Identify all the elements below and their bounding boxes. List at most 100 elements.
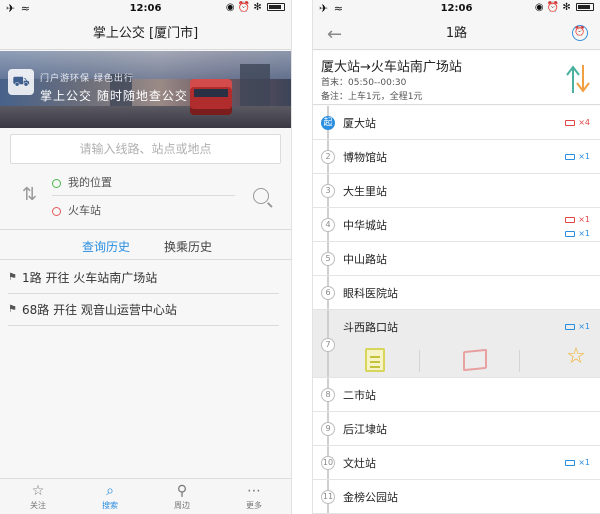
tabbar-label: 周边 [174, 501, 190, 510]
more-icon: ⋯ [247, 483, 261, 499]
banner-app-name: 掌上公交 随时随地查公交 [40, 89, 188, 103]
stop-row[interactable]: 10 文灶站 ×1 [313, 446, 600, 480]
stop-name: 斗西路口站 [343, 321, 398, 334]
search-icon[interactable] [253, 188, 269, 204]
tab-transfer-history[interactable]: 换乘历史 [164, 238, 212, 255]
history-item[interactable]: ⚑ 68路 开往 观音山运营中心站 [8, 294, 279, 326]
status-indicators: ◉ ⏰ ✻ [535, 2, 594, 13]
stop-row[interactable]: 8 二市站 [313, 378, 600, 412]
banner-bus-image [190, 79, 232, 115]
bottom-tab-bar: ☆ 关注 ⌕ 搜索 ⚲ 周边 ⋯ 更多 [0, 478, 291, 514]
bus-count: ×4 [578, 118, 590, 127]
divider [0, 259, 291, 260]
stop-name: 厦大站 [343, 117, 376, 130]
bus-icon [565, 119, 576, 126]
stop-row[interactable]: 6 眼科医院站 [313, 276, 600, 310]
tabbar-item-nearby[interactable]: ⚲ 周边 [162, 482, 202, 511]
history-item-label: 68路 开往 观音山运营中心站 [22, 303, 177, 317]
stop-number: 6 [321, 286, 335, 300]
from-location-label: 我的位置 [68, 176, 112, 189]
stop-number: 2 [321, 150, 335, 164]
stop-action-row: ☆ [343, 344, 600, 378]
divider [419, 350, 420, 372]
bus-count: ×1 [578, 152, 590, 161]
tabbar-item-more[interactable]: ⋯ 更多 [234, 482, 274, 511]
stop-name: 眼科医院站 [343, 287, 398, 300]
tabbar-label: 搜索 [102, 501, 118, 510]
stop-number: 3 [321, 184, 335, 198]
to-location-field[interactable]: 火车站 [52, 198, 235, 224]
stop-number: 4 [321, 218, 335, 232]
banner-road [0, 106, 291, 128]
tabbar-item-search[interactable]: ⌕ 搜索 [90, 482, 130, 511]
route-hours: 首末：05:50--00:30 [321, 78, 407, 88]
status-indicator-icons: ◉ ⏰ ✻ [534, 2, 571, 13]
nav-bar: ← 1路 ⏰ [313, 18, 600, 50]
stop-row[interactable]: 7 斗西路口站 ×1 ☆ [313, 310, 600, 378]
promo-banner[interactable]: ⛟ 门户游环保 绿色出行 掌上公交 随时随地查公交 [0, 51, 291, 128]
stop-name: 博物馆站 [343, 151, 387, 164]
bus-icon [565, 459, 576, 466]
bus-count-badge: ×1 [565, 457, 590, 469]
note-icon[interactable] [365, 348, 385, 372]
to-location-label: 火车站 [68, 204, 101, 217]
search-input[interactable]: 请输入线路、站点或地点 [10, 134, 281, 164]
banner-building [240, 64, 270, 108]
status-bar: ✈ ≈ 12:06 ◉ ⏰ ✻ [313, 0, 600, 18]
status-indicators: ◉ ⏰ ✻ [226, 2, 285, 13]
map-icon[interactable] [463, 348, 487, 372]
stop-row[interactable]: 11 金榜公园站 [313, 480, 600, 514]
stop-number: 10 [321, 456, 335, 470]
star-icon: ☆ [31, 483, 45, 499]
banner-slogan: 门户游环保 绿色出行 [40, 74, 134, 84]
tab-query-history[interactable]: 查询历史 [82, 238, 130, 255]
pin-icon: ⚑ [8, 304, 17, 315]
search-icon: ⌕ [106, 483, 114, 499]
bus-icon [565, 153, 576, 160]
bus-count-badges: ×1 ×1 [565, 212, 590, 240]
stop-row[interactable]: 起厦大站 ×4 [313, 106, 600, 140]
bus-icon [565, 230, 576, 237]
history-item[interactable]: ⚑ 1路 开往 火车站南广场站 [8, 262, 279, 294]
stop-name: 二市站 [343, 389, 376, 402]
route-detail-screen: ✈ ≈ 12:06 ◉ ⏰ ✻ ← 1路 ⏰ 厦大站→火车站南广场站 首末：05… [312, 0, 600, 514]
divider [519, 350, 520, 372]
swap-icon[interactable]: ⇅ [22, 184, 37, 205]
reverse-direction-icon[interactable] [564, 63, 592, 95]
bus-count-badges: ×1 [565, 149, 590, 163]
stop-name: 中华城站 [343, 219, 387, 232]
route-name: 厦大站→火车站南广场站 [321, 60, 462, 75]
tabbar-label: 关注 [30, 501, 46, 510]
from-location-field[interactable]: 我的位置 [52, 170, 235, 196]
stop-row[interactable]: 4 中华城站 ×1 ×1 [313, 208, 600, 242]
tabbar-item-follow[interactable]: ☆ 关注 [18, 482, 58, 511]
history-item-label: 1路 开往 火车站南广场站 [22, 271, 158, 285]
stop-name: 文灶站 [343, 457, 376, 470]
destination-dot-icon [52, 206, 61, 216]
pin-icon: ⚑ [8, 272, 17, 283]
bus-count: ×1 [578, 322, 590, 331]
history-tabs: 查询历史 换乘历史 [0, 232, 291, 260]
route-fare: 备注：上车1元，全程1元 [321, 92, 423, 102]
history-list: ⚑ 1路 开往 火车站南广场站 ⚑ 68路 开往 观音山运营中心站 [0, 262, 291, 326]
battery-icon [576, 3, 594, 11]
bus-count-badges: ×4 [565, 115, 590, 129]
bus-count-badge: ×4 [565, 117, 590, 129]
stop-row[interactable]: 3 大生里站 [313, 174, 600, 208]
stop-row[interactable]: 5 中山路站 [313, 242, 600, 276]
stop-number: 7 [321, 338, 335, 352]
status-bar: ✈ ≈ 12:06 ◉ ⏰ ✻ [0, 0, 291, 18]
status-indicator-icons: ◉ ⏰ ✻ [225, 2, 262, 13]
alarm-icon[interactable]: ⏰ [572, 25, 588, 41]
page-title: 掌上公交 [厦门市] [92, 26, 199, 41]
star-icon[interactable]: ☆ [563, 344, 589, 369]
stop-name: 金榜公园站 [343, 491, 398, 504]
stop-row[interactable]: 2 博物馆站 ×1 [313, 140, 600, 174]
bus-count-badge: ×1 [565, 321, 590, 333]
app-logo-icon: ⛟ [8, 69, 34, 95]
origin-dot-icon [52, 178, 61, 188]
stop-row[interactable]: 9 后江埭站 [313, 412, 600, 446]
bus-count-badge: ×1 [565, 214, 590, 226]
bus-count-badge: ×1 [565, 151, 590, 163]
battery-icon [267, 3, 285, 11]
